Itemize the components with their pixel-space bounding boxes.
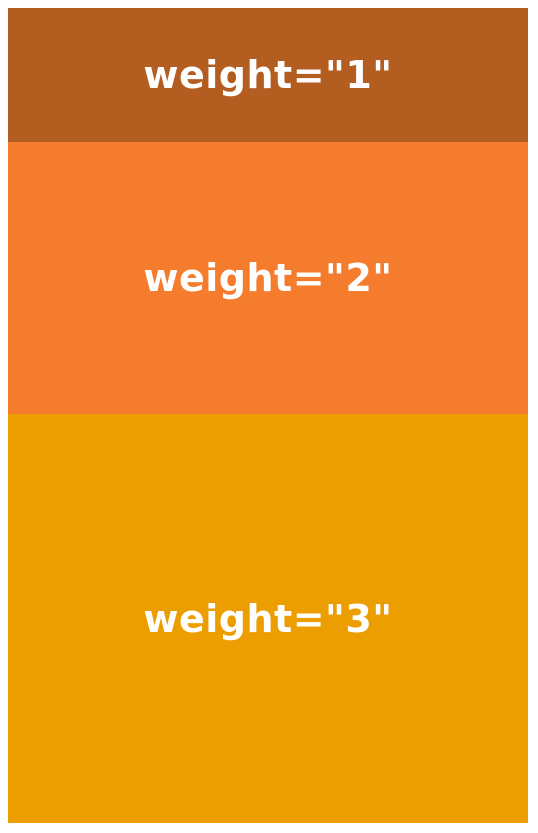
weight-1-panel: weight="1" — [8, 8, 528, 142]
weight-1-label: weight="1" — [143, 53, 393, 97]
weight-2-panel: weight="2" — [8, 142, 528, 414]
weight-3-label: weight="3" — [143, 596, 393, 641]
weight-2-label: weight="2" — [143, 256, 393, 300]
weight-3-panel: weight="3" — [8, 414, 528, 823]
weighted-layout-container: weight="1" weight="2" weight="3" — [8, 8, 528, 823]
